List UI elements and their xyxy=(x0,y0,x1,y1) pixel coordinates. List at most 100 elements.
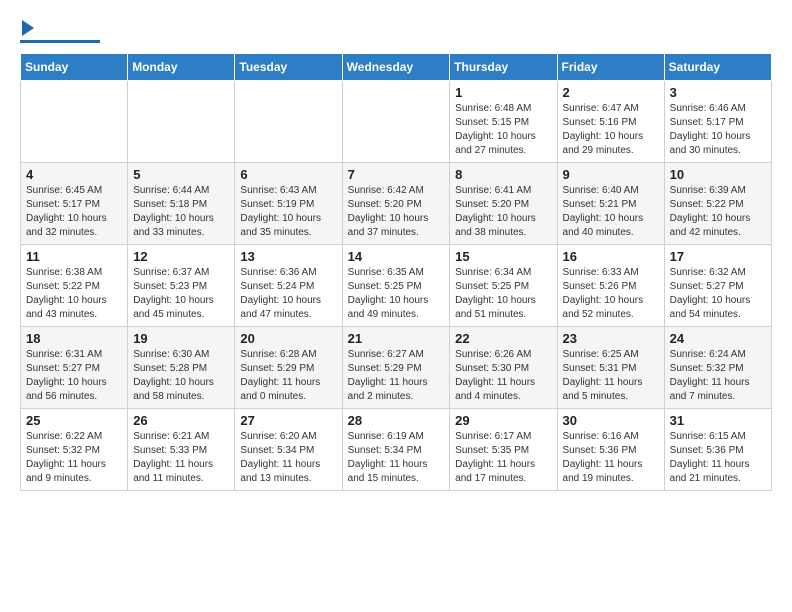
day-number: 31 xyxy=(670,413,766,428)
day-info: Sunrise: 6:36 AM Sunset: 5:24 PM Dayligh… xyxy=(240,266,336,322)
day-number: 11 xyxy=(26,249,122,264)
day-number: 28 xyxy=(348,413,445,428)
day-info: Sunrise: 6:19 AM Sunset: 5:34 PM Dayligh… xyxy=(348,430,445,486)
day-number: 19 xyxy=(133,331,229,346)
calendar-cell: 10Sunrise: 6:39 AM Sunset: 5:22 PM Dayli… xyxy=(664,163,771,245)
logo xyxy=(20,20,100,43)
calendar-week-row: 1Sunrise: 6:48 AM Sunset: 5:15 PM Daylig… xyxy=(21,81,772,163)
calendar-cell: 1Sunrise: 6:48 AM Sunset: 5:15 PM Daylig… xyxy=(450,81,557,163)
day-number: 16 xyxy=(563,249,659,264)
day-number: 21 xyxy=(348,331,445,346)
day-number: 18 xyxy=(26,331,122,346)
day-number: 3 xyxy=(670,85,766,100)
day-number: 26 xyxy=(133,413,229,428)
day-info: Sunrise: 6:41 AM Sunset: 5:20 PM Dayligh… xyxy=(455,184,551,240)
calendar-cell xyxy=(235,81,342,163)
col-header-friday: Friday xyxy=(557,54,664,81)
day-info: Sunrise: 6:15 AM Sunset: 5:36 PM Dayligh… xyxy=(670,430,766,486)
day-number: 13 xyxy=(240,249,336,264)
day-number: 29 xyxy=(455,413,551,428)
day-number: 12 xyxy=(133,249,229,264)
calendar-week-row: 11 Sunrise: 6:38 AM Sunset: 5:22 PM Dayli… xyxy=(21,245,772,327)
day-info: Sunrise: 6:43 AM Sunset: 5:19 PM Dayligh… xyxy=(240,184,336,240)
calendar-cell: 23 Sunrise: 6:25 AM Sunset: 5:31 PM Dayli… xyxy=(557,327,664,409)
day-number: 24 xyxy=(670,331,766,346)
page-header xyxy=(20,20,772,43)
day-info: Sunrise: 6:39 AM Sunset: 5:22 PM Dayligh… xyxy=(670,184,766,240)
calendar-cell: 20Sunrise: 6:28 AM Sunset: 5:29 PM Dayli… xyxy=(235,327,342,409)
day-info: Sunrise: 6:30 AM Sunset: 5:28 PM Dayligh… xyxy=(133,348,229,404)
calendar-week-row: 25 Sunrise: 6:22 AM Sunset: 5:32 PM Dayli… xyxy=(21,409,772,491)
day-number: 5 xyxy=(133,167,229,182)
calendar-cell: 12Sunrise: 6:37 AM Sunset: 5:23 PM Dayli… xyxy=(128,245,235,327)
calendar-cell: 24 Sunrise: 6:24 AM Sunset: 5:32 PM Dayli… xyxy=(664,327,771,409)
calendar-cell: 5 Sunrise: 6:44 AM Sunset: 5:18 PM Daylig… xyxy=(128,163,235,245)
col-header-tuesday: Tuesday xyxy=(235,54,342,81)
calendar-cell: 9 Sunrise: 6:40 AM Sunset: 5:21 PM Daylig… xyxy=(557,163,664,245)
day-info: Sunrise: 6:47 AM Sunset: 5:16 PM Dayligh… xyxy=(563,102,659,158)
day-number: 27 xyxy=(240,413,336,428)
calendar-cell: 8 Sunrise: 6:41 AM Sunset: 5:20 PM Daylig… xyxy=(450,163,557,245)
day-info: Sunrise: 6:38 AM Sunset: 5:22 PM Dayligh… xyxy=(26,266,122,322)
calendar-cell xyxy=(21,81,128,163)
day-number: 7 xyxy=(348,167,445,182)
day-number: 9 xyxy=(563,167,659,182)
day-number: 8 xyxy=(455,167,551,182)
day-number: 23 xyxy=(563,331,659,346)
day-info: Sunrise: 6:34 AM Sunset: 5:25 PM Dayligh… xyxy=(455,266,551,322)
calendar-cell: 29Sunrise: 6:17 AM Sunset: 5:35 PM Dayli… xyxy=(450,409,557,491)
day-info: Sunrise: 6:40 AM Sunset: 5:21 PM Dayligh… xyxy=(563,184,659,240)
day-info: Sunrise: 6:44 AM Sunset: 5:18 PM Dayligh… xyxy=(133,184,229,240)
calendar-cell: 7 Sunrise: 6:42 AM Sunset: 5:20 PM Daylig… xyxy=(342,163,450,245)
col-header-sunday: Sunday xyxy=(21,54,128,81)
calendar-cell: 21 Sunrise: 6:27 AM Sunset: 5:29 PM Dayli… xyxy=(342,327,450,409)
col-header-wednesday: Wednesday xyxy=(342,54,450,81)
day-info: Sunrise: 6:42 AM Sunset: 5:20 PM Dayligh… xyxy=(348,184,445,240)
calendar-cell: 26 Sunrise: 6:21 AM Sunset: 5:33 PM Dayli… xyxy=(128,409,235,491)
calendar-cell: 22 Sunrise: 6:26 AM Sunset: 5:30 PM Dayli… xyxy=(450,327,557,409)
day-info: Sunrise: 6:25 AM Sunset: 5:31 PM Dayligh… xyxy=(563,348,659,404)
day-number: 4 xyxy=(26,167,122,182)
day-number: 14 xyxy=(348,249,445,264)
col-header-monday: Monday xyxy=(128,54,235,81)
day-info: Sunrise: 6:16 AM Sunset: 5:36 PM Dayligh… xyxy=(563,430,659,486)
day-number: 2 xyxy=(563,85,659,100)
day-info: Sunrise: 6:46 AM Sunset: 5:17 PM Dayligh… xyxy=(670,102,766,158)
calendar-table: SundayMondayTuesdayWednesdayThursdayFrid… xyxy=(20,53,772,491)
day-info: Sunrise: 6:22 AM Sunset: 5:32 PM Dayligh… xyxy=(26,430,122,486)
day-info: Sunrise: 6:26 AM Sunset: 5:30 PM Dayligh… xyxy=(455,348,551,404)
day-info: Sunrise: 6:31 AM Sunset: 5:27 PM Dayligh… xyxy=(26,348,122,404)
calendar-week-row: 4Sunrise: 6:45 AM Sunset: 5:17 PM Daylig… xyxy=(21,163,772,245)
day-number: 22 xyxy=(455,331,551,346)
logo-underline xyxy=(20,40,100,43)
calendar-cell: 30 Sunrise: 6:16 AM Sunset: 5:36 PM Dayli… xyxy=(557,409,664,491)
calendar-cell: 27Sunrise: 6:20 AM Sunset: 5:34 PM Dayli… xyxy=(235,409,342,491)
day-number: 20 xyxy=(240,331,336,346)
calendar-cell: 3 Sunrise: 6:46 AM Sunset: 5:17 PM Daylig… xyxy=(664,81,771,163)
day-number: 17 xyxy=(670,249,766,264)
day-number: 30 xyxy=(563,413,659,428)
day-info: Sunrise: 6:21 AM Sunset: 5:33 PM Dayligh… xyxy=(133,430,229,486)
calendar-cell: 2 Sunrise: 6:47 AM Sunset: 5:16 PM Daylig… xyxy=(557,81,664,163)
col-header-thursday: Thursday xyxy=(450,54,557,81)
day-info: Sunrise: 6:24 AM Sunset: 5:32 PM Dayligh… xyxy=(670,348,766,404)
calendar-cell: 28 Sunrise: 6:19 AM Sunset: 5:34 PM Dayli… xyxy=(342,409,450,491)
calendar-cell: 6 Sunrise: 6:43 AM Sunset: 5:19 PM Daylig… xyxy=(235,163,342,245)
calendar-cell: 31 Sunrise: 6:15 AM Sunset: 5:36 PM Dayli… xyxy=(664,409,771,491)
calendar-cell: 19 Sunrise: 6:30 AM Sunset: 5:28 PM Dayli… xyxy=(128,327,235,409)
col-header-saturday: Saturday xyxy=(664,54,771,81)
day-number: 15 xyxy=(455,249,551,264)
calendar-cell: 25 Sunrise: 6:22 AM Sunset: 5:32 PM Dayli… xyxy=(21,409,128,491)
day-info: Sunrise: 6:32 AM Sunset: 5:27 PM Dayligh… xyxy=(670,266,766,322)
day-info: Sunrise: 6:35 AM Sunset: 5:25 PM Dayligh… xyxy=(348,266,445,322)
calendar-cell: 11 Sunrise: 6:38 AM Sunset: 5:22 PM Dayli… xyxy=(21,245,128,327)
calendar-week-row: 18 Sunrise: 6:31 AM Sunset: 5:27 PM Dayli… xyxy=(21,327,772,409)
logo-triangle-icon xyxy=(22,20,34,36)
calendar-cell: 16 Sunrise: 6:33 AM Sunset: 5:26 PM Dayli… xyxy=(557,245,664,327)
day-info: Sunrise: 6:48 AM Sunset: 5:15 PM Dayligh… xyxy=(455,102,551,158)
day-number: 25 xyxy=(26,413,122,428)
day-info: Sunrise: 6:27 AM Sunset: 5:29 PM Dayligh… xyxy=(348,348,445,404)
day-number: 6 xyxy=(240,167,336,182)
calendar-header-row: SundayMondayTuesdayWednesdayThursdayFrid… xyxy=(21,54,772,81)
day-info: Sunrise: 6:33 AM Sunset: 5:26 PM Dayligh… xyxy=(563,266,659,322)
